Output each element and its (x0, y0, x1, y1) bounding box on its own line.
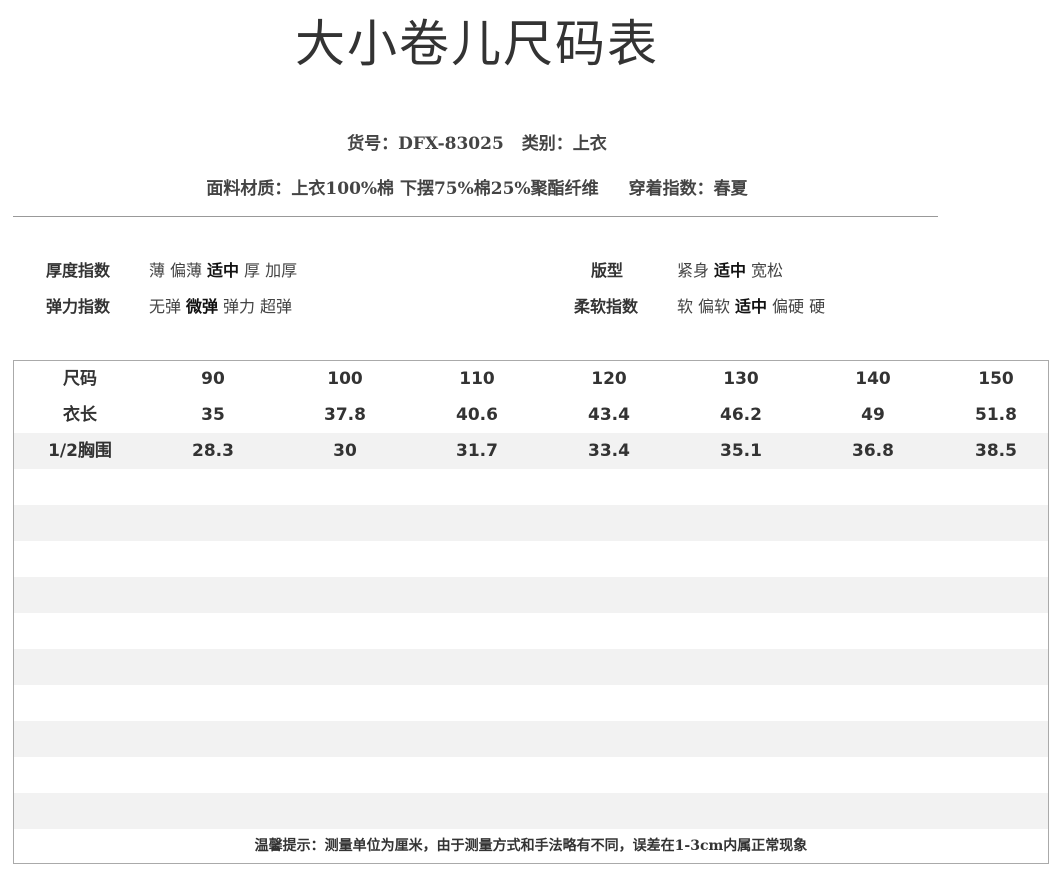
table-row (14, 757, 1048, 793)
table-row (14, 469, 1048, 505)
table-cell: 36.8 (852, 441, 894, 461)
row-header: 衣长 (63, 405, 97, 425)
softness-label: 柔软指数 (574, 297, 639, 316)
table-row (14, 577, 1048, 613)
thickness-option: 厚 (244, 261, 261, 280)
table-cell: 28.3 (192, 441, 234, 461)
softness-option: 偏硬 (772, 297, 805, 316)
chart-title: 大小卷儿尺码表 (295, 15, 659, 73)
table-cell: 37.8 (324, 405, 366, 425)
table-cell: 40.6 (456, 405, 498, 425)
table-cell: 30 (333, 441, 357, 461)
row-header: 1/2胸围 (48, 441, 112, 461)
table-row (14, 793, 1048, 829)
softness-option: 软 (677, 297, 694, 316)
table-cell: 33.4 (588, 441, 630, 461)
thickness-option: 加厚 (265, 261, 298, 280)
table-row: 衣长 35 37.8 40.6 43.4 46.2 49 51.8 (14, 397, 1048, 433)
table-cell: 35.1 (720, 441, 762, 461)
thickness-option: 偏薄 (170, 261, 203, 280)
fit-option: 宽松 (751, 261, 784, 280)
divider (13, 216, 938, 217)
softness-option: 适中 (735, 297, 768, 316)
table-row (14, 721, 1048, 757)
elasticity-options: 无弹 微弹 弹力 超弹 (149, 295, 297, 319)
table-cell: 38.5 (975, 441, 1017, 461)
item-category: 类别：上衣 (521, 134, 607, 154)
table-cell: 49 (861, 405, 885, 425)
thickness-option: 薄 (149, 261, 166, 280)
elasticity-option: 无弹 (149, 297, 182, 316)
table-row (14, 685, 1048, 721)
row-header: 尺码 (63, 369, 97, 389)
product-info-line: 货号：DFX-83025 类别：上衣 (0, 132, 954, 156)
softness-option: 偏软 (698, 297, 731, 316)
elasticity-option: 弹力 (223, 297, 256, 316)
table-cell: 150 (978, 369, 1014, 389)
table-row (14, 505, 1048, 541)
table-cell: 110 (459, 369, 495, 389)
item-number: 货号：DFX-83025 (347, 134, 504, 154)
table-row (14, 541, 1048, 577)
fit-label: 版型 (591, 261, 624, 280)
table-row: 尺码 90 100 110 120 130 140 150 (14, 361, 1048, 397)
table-cell: 130 (723, 369, 759, 389)
material-info-line: 面料材质：上衣100%棉 下摆75%棉25%聚酯纤维 穿着指数：春夏 (0, 177, 954, 201)
elasticity-label: 弹力指数 (46, 297, 111, 316)
size-table: 尺码 90 100 110 120 130 140 150 衣长 35 37.8 40.6 43.4 46… (13, 360, 1049, 864)
thickness-label: 厚度指数 (46, 261, 111, 280)
elasticity-option: 微弹 (186, 297, 219, 316)
table-cell: 51.8 (975, 405, 1017, 425)
table-cell: 140 (855, 369, 891, 389)
table-cell: 35 (201, 405, 225, 425)
table-cell: 90 (201, 369, 225, 389)
table-cell: 46.2 (720, 405, 762, 425)
softness-options: 软偏软 适中 偏硬硬 (677, 295, 830, 319)
softness-option: 硬 (809, 297, 826, 316)
table-cell: 43.4 (588, 405, 630, 425)
fit-option: 适中 (714, 261, 747, 280)
table-cell: 31.7 (456, 441, 498, 461)
fit-option: 紧身 (677, 261, 710, 280)
table-row (14, 649, 1048, 685)
measurement-note: 温馨提示：测量单位为厘米，由于测量方式和手法略有不同，误差在1-3cm内属正常现… (254, 838, 808, 854)
wear-season: 穿着指数：春夏 (628, 179, 748, 199)
thickness-options: 薄偏薄 适中厚加厚 (149, 259, 302, 283)
table-row (14, 613, 1048, 649)
fabric-material: 面料材质：上衣100%棉 下摆75%棉25%聚酯纤维 (206, 179, 599, 199)
table-cell: 100 (327, 369, 363, 389)
fit-options: 紧身 适中 宽松 (677, 259, 788, 283)
table-cell: 120 (591, 369, 627, 389)
thickness-option: 适中 (207, 261, 240, 280)
table-row: 1/2胸围 28.3 30 31.7 33.4 35.1 36.8 38.5 (14, 433, 1048, 469)
elasticity-option: 超弹 (260, 297, 293, 316)
